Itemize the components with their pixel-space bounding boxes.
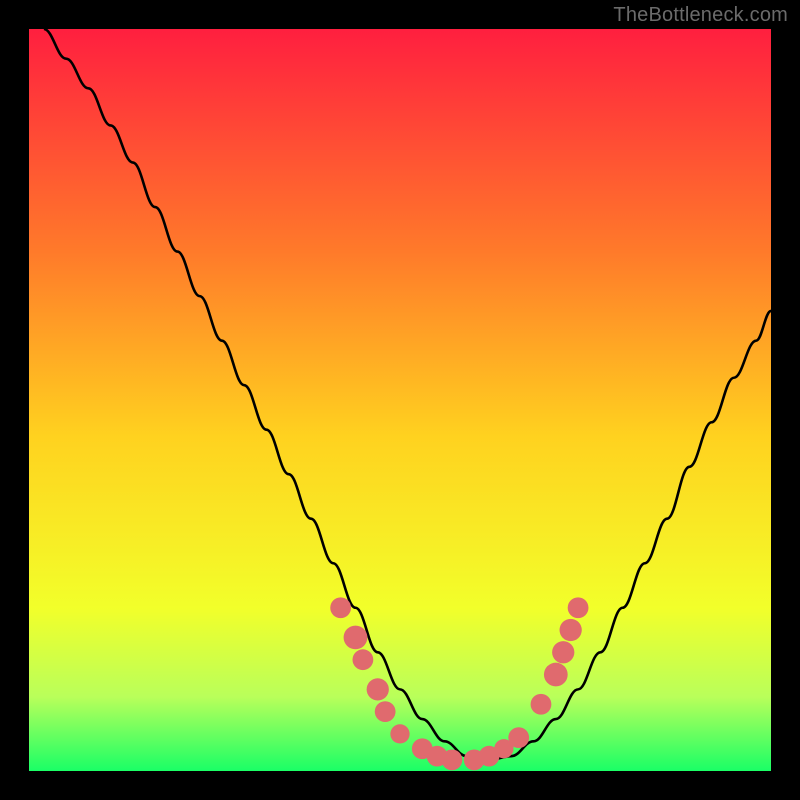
marker-point [568, 597, 589, 618]
marker-point [390, 724, 409, 743]
marker-point [375, 701, 396, 722]
marker-point [552, 641, 574, 663]
marker-point [344, 626, 368, 650]
marker-point [353, 649, 374, 670]
marker-point [531, 694, 552, 715]
bottleneck-chart [29, 29, 771, 771]
marker-point [367, 678, 389, 700]
marker-point [508, 727, 529, 748]
marker-point [330, 597, 351, 618]
chart-frame [29, 29, 771, 771]
marker-point [560, 619, 582, 641]
marker-point [442, 749, 463, 770]
marker-point [544, 663, 568, 687]
watermark-text: TheBottleneck.com [613, 4, 788, 27]
gradient-background [29, 29, 771, 771]
